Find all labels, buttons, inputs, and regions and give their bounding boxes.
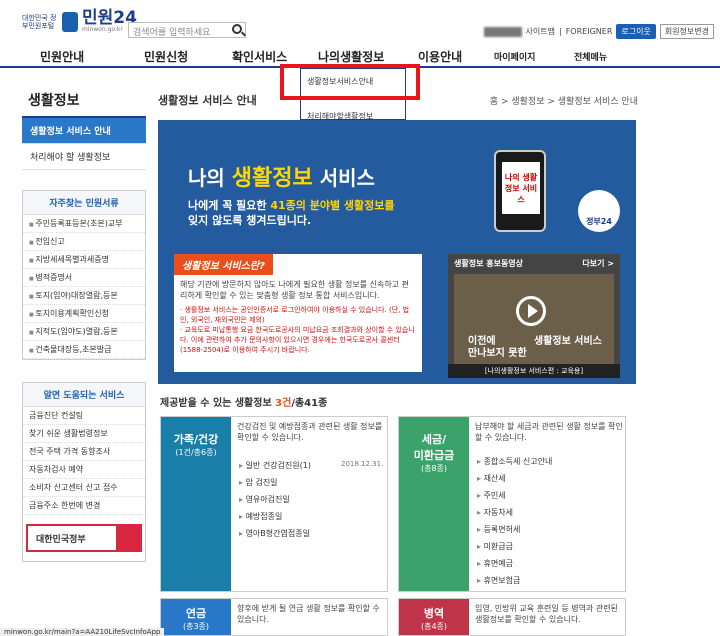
card-item[interactable]: 예방접종일 xyxy=(239,508,311,525)
card-description: 향후에 받게 될 연금 생활 정보를 확인할 수 있습니다. xyxy=(237,604,380,624)
card-category: 세금/미환급금 (총8종) xyxy=(399,417,469,591)
card-description: 건강검진 및 예방접종과 관련된 생활 정보를 확인할 수 있습니다. xyxy=(237,422,383,442)
video-thumbnail[interactable]: 이전에 만나보지 못한 생활정보 서비스 xyxy=(454,274,614,364)
card-item[interactable]: 일반 건강검진원(1) xyxy=(239,457,311,474)
gnb-item-check[interactable]: 확인서비스 xyxy=(232,48,287,65)
faq-docs-box: 자주찾는 민원서류 주민등록표등본(초본)교부 전입신고 지방세세목별과세증명 … xyxy=(22,190,146,360)
top-bar: 대한민국 정부민원포털 민원24 minwon.go.kr 검색어를 입력하세요… xyxy=(0,0,720,42)
card-item[interactable]: 재산세 xyxy=(477,470,552,487)
status-bar-url: minwon.go.kr/main?a=AA210LifeSvcInfoApp xyxy=(0,628,165,636)
gov-search-box[interactable]: 대한민국정부 xyxy=(26,524,142,552)
gov-search-icon[interactable] xyxy=(116,526,140,550)
search-placeholder: 검색어를 입력하세요 xyxy=(133,28,211,38)
highlight-box xyxy=(280,64,420,100)
faq-item[interactable]: 병적증명서 xyxy=(23,269,145,287)
info-count: 제공받을 수 있는 생활정보 3건/총41종 xyxy=(160,398,328,409)
helpful-title: 알면 도움되는 서비스 xyxy=(23,383,145,407)
helpful-item[interactable]: 자동차검사 예약 xyxy=(23,461,145,479)
user-name-blurred xyxy=(483,26,522,37)
faq-item[interactable]: 토지(임야)대장열람,등본 xyxy=(23,287,145,305)
helpful-item[interactable]: 금융주소 한번에 변경 xyxy=(23,497,145,515)
card-tax-refund[interactable]: 세금/미환급금 (총8종) 납부해야 할 세금과 관련된 생활 정보를 확인할 수… xyxy=(398,416,626,592)
video-caption: [나의생활정보 서비스편 : 교육용] xyxy=(448,364,620,378)
card-description: 납부해야 할 세금과 관련된 생활 정보를 확인할 수 있습니다. xyxy=(475,422,623,442)
card-item[interactable]: 영아B형간염접종일 xyxy=(239,525,311,542)
gov24-badge: 정부24 xyxy=(578,190,620,232)
faq-item[interactable]: 전입신고 xyxy=(23,233,145,251)
faq-item[interactable]: 건축물대장등,초본발급 xyxy=(23,341,145,359)
card-item[interactable]: 미환급금 xyxy=(477,538,552,555)
left-nav-todo-info[interactable]: 처리해야 할 생활정보 xyxy=(22,144,146,170)
member-info-button[interactable]: 회원정보변경 xyxy=(659,24,714,39)
card-family-health[interactable]: 가족/건강 (1건/총6종) 건강검진 및 예방접종과 관련된 생활 정보를 확인… xyxy=(160,416,388,592)
search-input[interactable]: 검색어를 입력하세요 xyxy=(128,22,246,38)
logo-icon xyxy=(62,11,78,32)
card-item[interactable]: 암 검진일 xyxy=(239,474,311,491)
faq-item[interactable]: 지방세세목별과세증명 xyxy=(23,251,145,269)
card-item[interactable]: 종합소득세 신고안내 xyxy=(477,453,553,470)
faq-item[interactable]: 토지이용계획확인신청 xyxy=(23,305,145,323)
card-category: 가족/건강 (1건/총6종) xyxy=(161,417,231,591)
left-nav-service-guide[interactable]: 생활정보 서비스 안내 xyxy=(22,118,146,144)
logo-small-text: 대한민국 정부민원포털 xyxy=(22,13,57,30)
sitemap-link[interactable]: 사이트맵 xyxy=(526,26,555,37)
gnb-item-apply[interactable]: 민원신청 xyxy=(144,48,188,65)
card-item[interactable]: 휴면보험금 xyxy=(477,572,552,589)
promo-video[interactable]: 생활정보 홍보동영상 다보기 > 이전에 만나보지 못한 생활정보 서비스 [나… xyxy=(448,254,620,378)
site-logo[interactable]: 대한민국 정부민원포털 민원24 minwon.go.kr xyxy=(22,10,137,34)
card-category: 병역 (총4종) xyxy=(399,599,469,635)
faq-item[interactable]: 지적도(임야도)열람,등본 xyxy=(23,323,145,341)
card-item[interactable]: 영유아검진일 xyxy=(239,491,311,508)
gnb-item-guide[interactable]: 민원안내 xyxy=(40,48,84,65)
helpful-item[interactable]: 전국 주택 가격 동향조사 xyxy=(23,443,145,461)
service-banner: 나의 생활정보 서비스 나에게 꼭 필요한 41종의 분야별 생활정보를 잊지 … xyxy=(158,120,636,384)
panel-note: · 생활정보 서비스는 공인인증서로 로그인하여야 이용하실 수 있습니다. (… xyxy=(180,306,410,324)
gnb-item-life-info[interactable]: 나의생활정보 xyxy=(318,48,384,65)
card-description: 입영, 민방위 교육 훈련일 등 병역과 관련된 생활정보를 확인할 수 있습니… xyxy=(475,604,618,624)
card-items: 종합소득세 신고안내 재산세 주민세 자동차세 등록면허세 미환급금 휴면예금 … xyxy=(477,453,553,589)
faq-item[interactable]: 주민등록표등본(초본)교부 xyxy=(23,215,145,233)
card-item[interactable]: 주민세 xyxy=(477,487,552,504)
panel-title: 생활정보 서비스란? xyxy=(174,254,273,275)
card-item[interactable]: 등록면허세 xyxy=(477,521,552,538)
foreigner-link[interactable]: FOREIGNER xyxy=(566,27,613,36)
card-category: 연금 (총3종) xyxy=(161,599,231,635)
gov-search-label: 대한민국정부 xyxy=(36,534,86,545)
video-left-text: 이전에 만나보지 못한 xyxy=(468,336,527,359)
panel-text: 해당 기관에 방문하지 않아도 나에게 필요한 생활 정보를 신속하고 편리하게… xyxy=(180,280,409,300)
faq-title: 자주찾는 민원서류 xyxy=(23,191,145,215)
card-pension[interactable]: 연금 (총3종) 향후에 받게 될 연금 생활 정보를 확인할 수 있습니다. xyxy=(160,598,388,636)
play-icon[interactable] xyxy=(516,296,546,326)
left-navigation: 생활정보 생활정보 서비스 안내 처리해야 할 생활정보 xyxy=(22,86,146,170)
helpful-item[interactable]: 찾기 쉬운 생활법령정보 xyxy=(23,425,145,443)
video-right-text: 생활정보 서비스 xyxy=(534,336,602,347)
service-info-panel: 생활정보 서비스란? 해당 기관에 방문하지 않아도 나에게 필요한 생활 정보… xyxy=(174,254,422,372)
gnb-item-usage[interactable]: 이용안내 xyxy=(418,48,462,65)
banner-subtext: 나에게 꼭 필요한 41종의 분야별 생활정보를 잊지 않도록 챙겨드립니다. xyxy=(188,199,395,227)
panel-note: · 교육도로 미납통행 요금 한국도로공사의 미납요금 조회결과와 상이할 수 … xyxy=(180,326,415,354)
banner-headline: 나의 생활정보 서비스 xyxy=(188,166,375,191)
card-item[interactable]: 휴면예금 xyxy=(477,555,552,572)
card-military[interactable]: 병역 (총4종) 입영, 민방위 교육 훈련일 등 병역과 관련된 생활정보를 확… xyxy=(398,598,626,636)
all-menu-link[interactable]: 전체메뉴 xyxy=(574,50,607,63)
card-date: 2018.12.31. xyxy=(341,460,384,468)
helpful-item[interactable]: 금융진단 컨설팅 xyxy=(23,407,145,425)
page-title: 생활정보 서비스 안내 xyxy=(158,94,257,107)
utility-links: 사이트맵 | FOREIGNER 로그이웃 회원정보변경 xyxy=(483,24,714,39)
helpful-item[interactable]: 소비자 신고센터 신고 접수 xyxy=(23,479,145,497)
video-more-link[interactable]: 다보기 > xyxy=(582,258,614,269)
card-items: 일반 건강검진원(1) 암 검진일 영유아검진일 예방접종일 영아B형간염접종일 xyxy=(239,457,311,542)
video-title: 생활정보 홍보동영상 xyxy=(454,259,524,268)
phone-text: 나의 생활정보 서비스 xyxy=(502,162,540,214)
search-icon[interactable] xyxy=(232,24,242,34)
phone-image: 나의 생활정보 서비스 xyxy=(494,150,546,232)
mypage-link[interactable]: 마이페이지 xyxy=(494,50,535,63)
card-item[interactable]: 자동차세 xyxy=(477,504,552,521)
logout-button[interactable]: 로그이웃 xyxy=(616,24,656,39)
left-nav-title: 생활정보 xyxy=(22,86,146,118)
breadcrumb: 홈 > 생활정보 > 생활정보 서비스 안내 xyxy=(489,97,638,107)
